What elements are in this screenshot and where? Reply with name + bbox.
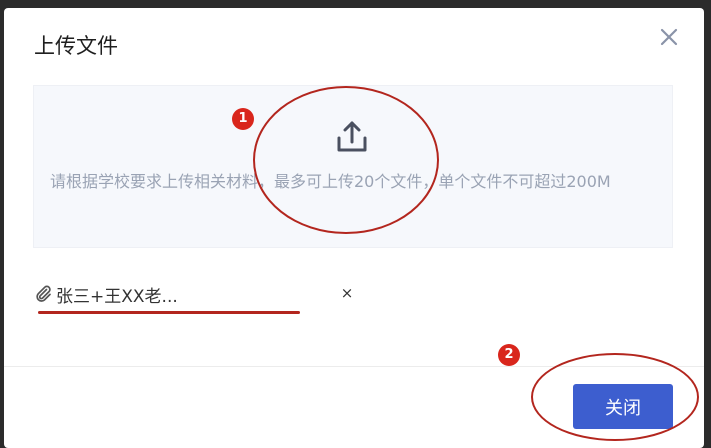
annotation-circle-upload	[253, 86, 439, 234]
annotation-badge-1: 1	[232, 108, 254, 130]
upload-dialog: 上传文件 请根据学校要求上传相关材料，最多可上传20个文件，单个文件不可超过20…	[4, 8, 704, 448]
close-icon[interactable]	[658, 26, 680, 48]
file-list-item[interactable]: 张三+王XX老...	[34, 281, 334, 307]
annotation-underline	[38, 311, 300, 314]
remove-file-icon[interactable]: ×	[339, 284, 355, 302]
annotation-circle-close	[531, 353, 699, 441]
file-name: 张三+王XX老...	[56, 287, 178, 307]
annotation-badge-2: 2	[498, 344, 520, 366]
dialog-title: 上传文件	[34, 34, 118, 58]
paperclip-icon	[34, 284, 52, 302]
